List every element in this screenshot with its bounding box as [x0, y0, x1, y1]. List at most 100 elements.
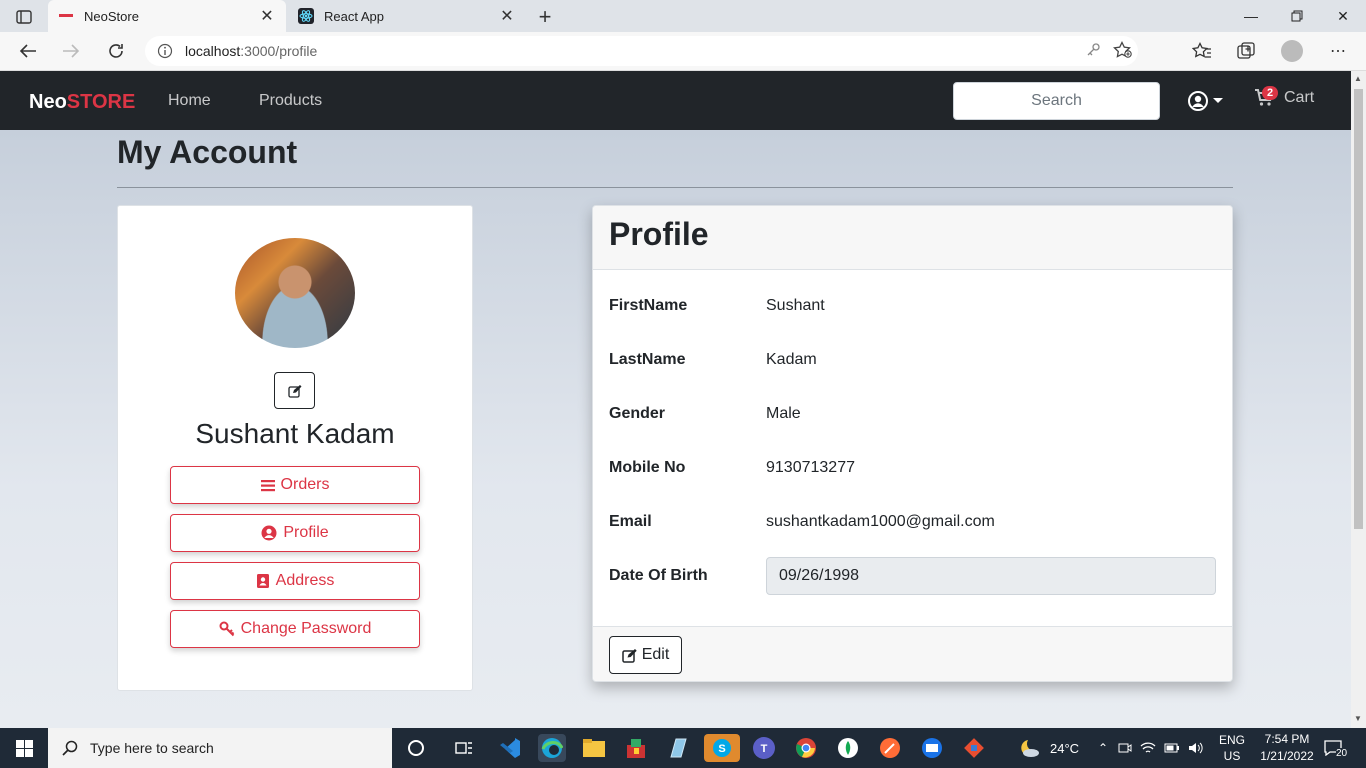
language-top: ENG	[1219, 733, 1246, 747]
address-bar-row: localhost:3000/profile ⋯	[0, 32, 1366, 71]
change-password-button[interactable]: Change Password	[170, 610, 420, 648]
cart-count-badge: 2	[1262, 86, 1279, 100]
nav-link-home[interactable]: Home	[168, 92, 211, 110]
field-value: Sushant	[766, 297, 825, 314]
field-row-lastname: LastName Kadam	[609, 341, 1217, 379]
battery-icon[interactable]	[1164, 743, 1180, 753]
field-label: Email	[609, 513, 652, 530]
taskbar-search-text: Type here to search	[90, 740, 214, 756]
scrollbar-thumb[interactable]	[1354, 89, 1363, 529]
field-value: Kadam	[766, 351, 817, 368]
forward-icon	[59, 40, 83, 62]
tab-react-app[interactable]: React App ✕	[288, 0, 526, 32]
new-tab-icon[interactable]: +	[534, 4, 556, 30]
more-options-icon[interactable]: ⋯	[1326, 40, 1350, 62]
edge-icon[interactable]	[538, 734, 566, 762]
add-favorite-icon[interactable]	[1108, 40, 1138, 62]
tab-actions-icon[interactable]	[10, 6, 38, 28]
password-key-icon[interactable]	[1078, 42, 1108, 61]
profile-card-footer: Edit	[593, 626, 1232, 681]
page-title: My Account	[117, 134, 298, 170]
browser-profile-avatar[interactable]	[1281, 40, 1303, 62]
field-label: Gender	[609, 405, 666, 422]
field-row-dob: Date Of Birth 09/26/1998	[609, 557, 1217, 595]
cortana-icon[interactable]	[402, 734, 430, 762]
profile-photo	[235, 238, 355, 348]
postman-icon[interactable]	[876, 734, 904, 762]
brand-logo[interactable]: NeoSTORE	[29, 91, 135, 114]
field-label: Mobile No	[609, 459, 686, 476]
address-card-icon	[256, 574, 269, 588]
language-indicator[interactable]: ENG US	[1219, 728, 1245, 768]
address-button[interactable]: Address	[170, 562, 420, 600]
field-label: FirstName	[609, 297, 688, 314]
app-icon-store[interactable]	[622, 734, 650, 762]
close-tab-icon[interactable]: ✕	[498, 6, 516, 26]
favorites-icon[interactable]	[1190, 40, 1214, 62]
vscode-icon[interactable]	[496, 734, 524, 762]
search-input[interactable]: Search	[953, 82, 1160, 120]
minimize-icon[interactable]: —	[1228, 0, 1274, 32]
close-window-icon[interactable]: ✕	[1320, 0, 1366, 32]
chevron-up-icon[interactable]: ⌃	[1098, 741, 1108, 755]
dob-field: 09/26/1998	[766, 557, 1216, 595]
taskbar-search-input[interactable]: Type here to search	[48, 728, 392, 768]
system-tray[interactable]: ⌃	[1098, 728, 1204, 768]
system-clock[interactable]: 7:54 PM 1/21/2022	[1252, 731, 1322, 765]
user-menu-dropdown[interactable]	[1188, 91, 1224, 111]
orders-button[interactable]: Orders	[170, 466, 420, 504]
account-sidebar-card: Sushant Kadam Orders Profile Address Cha…	[117, 205, 473, 691]
notepad-icon[interactable]	[664, 734, 692, 762]
mongodb-icon[interactable]	[834, 734, 862, 762]
clock-date: 1/21/2022	[1260, 749, 1314, 763]
restore-icon[interactable]	[1274, 0, 1320, 32]
page-scrollbar[interactable]: ▲ ▼	[1351, 71, 1366, 728]
start-button[interactable]	[0, 728, 48, 768]
profile-heading: Profile	[609, 216, 709, 252]
edit-profile-button[interactable]: Edit	[609, 636, 682, 674]
app-icon-git[interactable]	[960, 734, 988, 762]
react-favicon-icon	[298, 8, 314, 24]
nav-link-products[interactable]: Products	[259, 92, 322, 110]
field-value: Male	[766, 405, 801, 422]
windows-icon	[15, 739, 33, 757]
url-input[interactable]: localhost:3000/profile	[145, 36, 1138, 66]
site-info-icon[interactable]	[145, 43, 185, 59]
cart-label: Cart	[1284, 89, 1315, 106]
field-row-email: Email sushantkadam1000@gmail.com	[609, 503, 1217, 541]
app-navbar: NeoSTORE Home Products Search 2 Cart	[0, 71, 1351, 130]
collections-icon[interactable]	[1234, 40, 1258, 62]
user-circle-icon	[1188, 91, 1208, 111]
browser-tab-bar: NeoStore ✕ React App ✕ + — ✕	[0, 0, 1366, 32]
mail-icon[interactable]	[918, 734, 946, 762]
field-label: Date Of Birth	[609, 567, 708, 584]
network-icon[interactable]	[1140, 741, 1156, 755]
close-tab-icon[interactable]: ✕	[258, 6, 276, 26]
refresh-icon[interactable]	[104, 40, 128, 62]
file-explorer-icon[interactable]	[580, 734, 608, 762]
tab-neostore[interactable]: NeoStore ✕	[48, 0, 286, 32]
volume-icon[interactable]	[1188, 741, 1204, 755]
user-name: Sushant Kadam	[195, 418, 395, 449]
field-value: 9130713277	[766, 459, 855, 476]
cart-link[interactable]: 2 Cart	[1254, 86, 1315, 107]
teams-icon[interactable]: T	[750, 734, 778, 762]
edit-icon	[621, 648, 637, 663]
back-icon[interactable]	[16, 40, 40, 62]
profile-button[interactable]: Profile	[170, 514, 420, 552]
chrome-icon[interactable]	[792, 734, 820, 762]
change-password-label: Change Password	[240, 620, 372, 637]
edit-photo-button[interactable]	[274, 372, 315, 409]
temperature-text: 24°C	[1050, 740, 1080, 756]
notification-center[interactable]: 20	[1324, 728, 1348, 768]
caret-down-icon	[1213, 98, 1223, 103]
weather-widget[interactable]: 24°C	[1018, 728, 1079, 768]
meet-now-icon[interactable]	[1118, 741, 1132, 755]
neostore-favicon-icon	[58, 8, 74, 24]
bars-icon	[260, 479, 275, 491]
skype-icon[interactable]: S	[704, 734, 740, 762]
task-view-icon[interactable]	[450, 734, 478, 762]
url-text: localhost:3000/profile	[185, 43, 318, 59]
moon-cloud-icon	[1021, 740, 1039, 757]
edit-icon	[287, 384, 301, 398]
